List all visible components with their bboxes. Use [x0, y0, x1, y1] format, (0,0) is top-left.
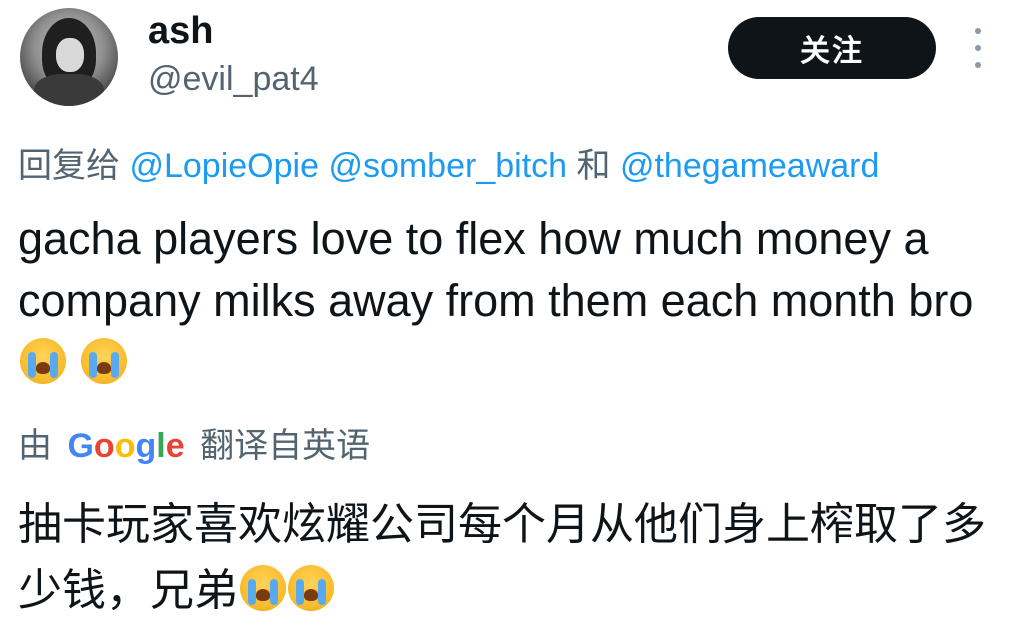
translation-attribution[interactable]: 由 Google 翻译自英语 — [18, 418, 370, 467]
translation-prefix: 由 — [18, 427, 52, 465]
more-dot — [975, 28, 981, 34]
translated-text: 抽卡玩家喜欢炫耀公司每个月从他们身上榨取了多少钱，兄弟 — [18, 492, 1008, 624]
reply-conjunction: 和 — [576, 147, 611, 185]
more-dot — [975, 62, 981, 68]
user-handle[interactable]: @evil_pat4 — [148, 60, 319, 99]
loudly-crying-face-icon — [288, 565, 334, 611]
reply-context: 回复给 @LopieOpie @somber_bitch 和 @thegamea… — [18, 138, 1024, 187]
tweet-text: gacha players love to flex how much mone… — [18, 208, 1008, 394]
avatar-body — [34, 74, 104, 106]
translation-suffix: 翻译自英语 — [200, 427, 371, 465]
more-options-icon[interactable] — [966, 28, 990, 68]
tweet-body: gacha players love to flex how much mone… — [18, 213, 974, 326]
more-dot — [975, 45, 981, 51]
google-logo: Google — [67, 427, 185, 465]
display-name[interactable]: ash — [148, 10, 213, 53]
reply-mention[interactable]: @thegameaward — [620, 147, 879, 185]
loudly-crying-face-icon — [240, 565, 286, 611]
avatar-face — [56, 38, 84, 72]
reply-prefix: 回复给 — [18, 147, 120, 185]
loudly-crying-face-icon — [20, 338, 66, 384]
follow-button[interactable]: 关注 — [728, 17, 936, 79]
translated-body: 抽卡玩家喜欢炫耀公司每个月从他们身上榨取了多少钱，兄弟 — [18, 500, 986, 615]
reply-mention[interactable]: @LopieOpie — [129, 147, 319, 185]
avatar[interactable] — [20, 8, 118, 106]
loudly-crying-face-icon — [80, 338, 127, 384]
reply-mention[interactable]: @somber_bitch — [328, 147, 567, 185]
